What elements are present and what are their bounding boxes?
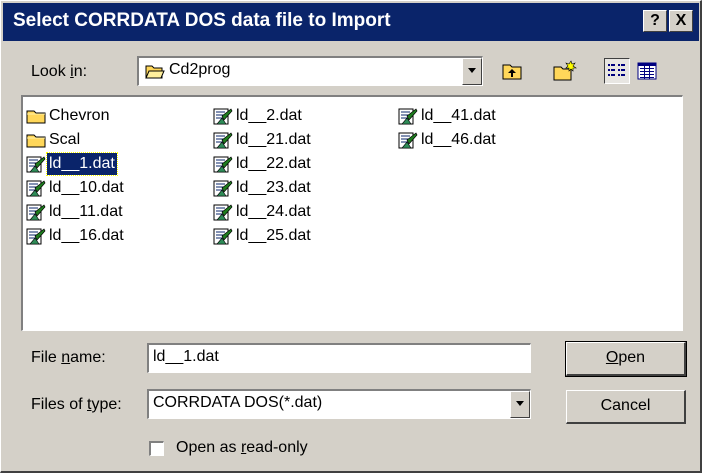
title-bar[interactable]: Select CORRDATA DOS data file to Import …	[3, 3, 699, 41]
look-in-label: Look in:	[31, 63, 88, 80]
help-button[interactable]: ?	[643, 10, 667, 32]
file-name-value: ld__1.dat	[153, 348, 219, 365]
read-only-label[interactable]: Open as read-only	[176, 439, 308, 457]
file-list[interactable]: Chevron Scal ld__1.dat ld__10.dat ld__11.dat…	[21, 95, 683, 331]
file-name-input[interactable]: ld__1.dat	[147, 343, 531, 373]
open-button[interactable]: Open	[565, 341, 687, 377]
item-name: ld__46.dat	[421, 131, 496, 148]
item-name: ld__23.dat	[236, 179, 311, 196]
data-file-icon	[26, 228, 46, 245]
data-file-icon	[213, 132, 233, 149]
close-button[interactable]: X	[669, 10, 693, 32]
item-name: Scal	[49, 131, 81, 148]
list-view-icon	[608, 64, 625, 76]
folder-open-icon	[145, 65, 165, 79]
item-name: ld__21.dat	[236, 131, 311, 148]
folder-icon	[26, 134, 46, 148]
data-file-icon	[398, 132, 418, 149]
item-name: ld__24.dat	[236, 203, 311, 220]
data-file-icon	[26, 156, 46, 173]
create-new-folder-button[interactable]	[551, 58, 577, 84]
item-name: ld__10.dat	[49, 179, 124, 196]
read-only-checkbox[interactable]	[149, 441, 164, 456]
file-type-dropdown[interactable]: CORRDATA DOS(*.dat)	[147, 389, 531, 419]
data-file-icon	[213, 228, 233, 245]
data-file-icon	[213, 156, 233, 173]
list-view-button[interactable]	[604, 58, 630, 84]
item-name: ld__11.dat	[49, 203, 123, 220]
look-in-value: Cd2prog	[169, 61, 231, 78]
file-type-value: CORRDATA DOS(*.dat)	[153, 394, 323, 411]
data-file-icon	[213, 204, 233, 221]
folder-up-icon	[502, 64, 522, 80]
data-file-icon	[26, 204, 46, 221]
data-file-icon	[213, 108, 233, 125]
look-in-dropdown-arrow[interactable]	[462, 58, 482, 85]
item-name: ld__22.dat	[236, 155, 311, 172]
up-one-level-button[interactable]	[499, 58, 525, 84]
data-file-icon	[213, 180, 233, 197]
data-file-icon	[26, 180, 46, 197]
file-type-label: Files of type:	[31, 396, 122, 413]
new-folder-icon	[553, 60, 577, 81]
item-name: ld__41.dat	[421, 107, 496, 124]
data-file-icon	[398, 108, 418, 125]
item-name: Chevron	[49, 107, 110, 124]
item-name: ld__1.dat	[46, 152, 118, 176]
folder-icon	[26, 110, 46, 124]
details-view-icon	[637, 62, 657, 80]
file-type-dropdown-arrow[interactable]	[510, 391, 530, 418]
look-in-dropdown[interactable]: Cd2prog	[137, 56, 483, 86]
item-name: ld__25.dat	[236, 227, 311, 244]
file-open-dialog: Select CORRDATA DOS data file to Import …	[0, 0, 702, 473]
details-view-button[interactable]	[634, 58, 660, 84]
dialog-title: Select CORRDATA DOS data file to Import	[13, 10, 391, 31]
file-name-label: File name:	[31, 349, 106, 366]
cancel-button[interactable]: Cancel	[566, 390, 686, 424]
item-name: ld__2.dat	[236, 107, 302, 124]
item-name: ld__16.dat	[49, 227, 124, 244]
